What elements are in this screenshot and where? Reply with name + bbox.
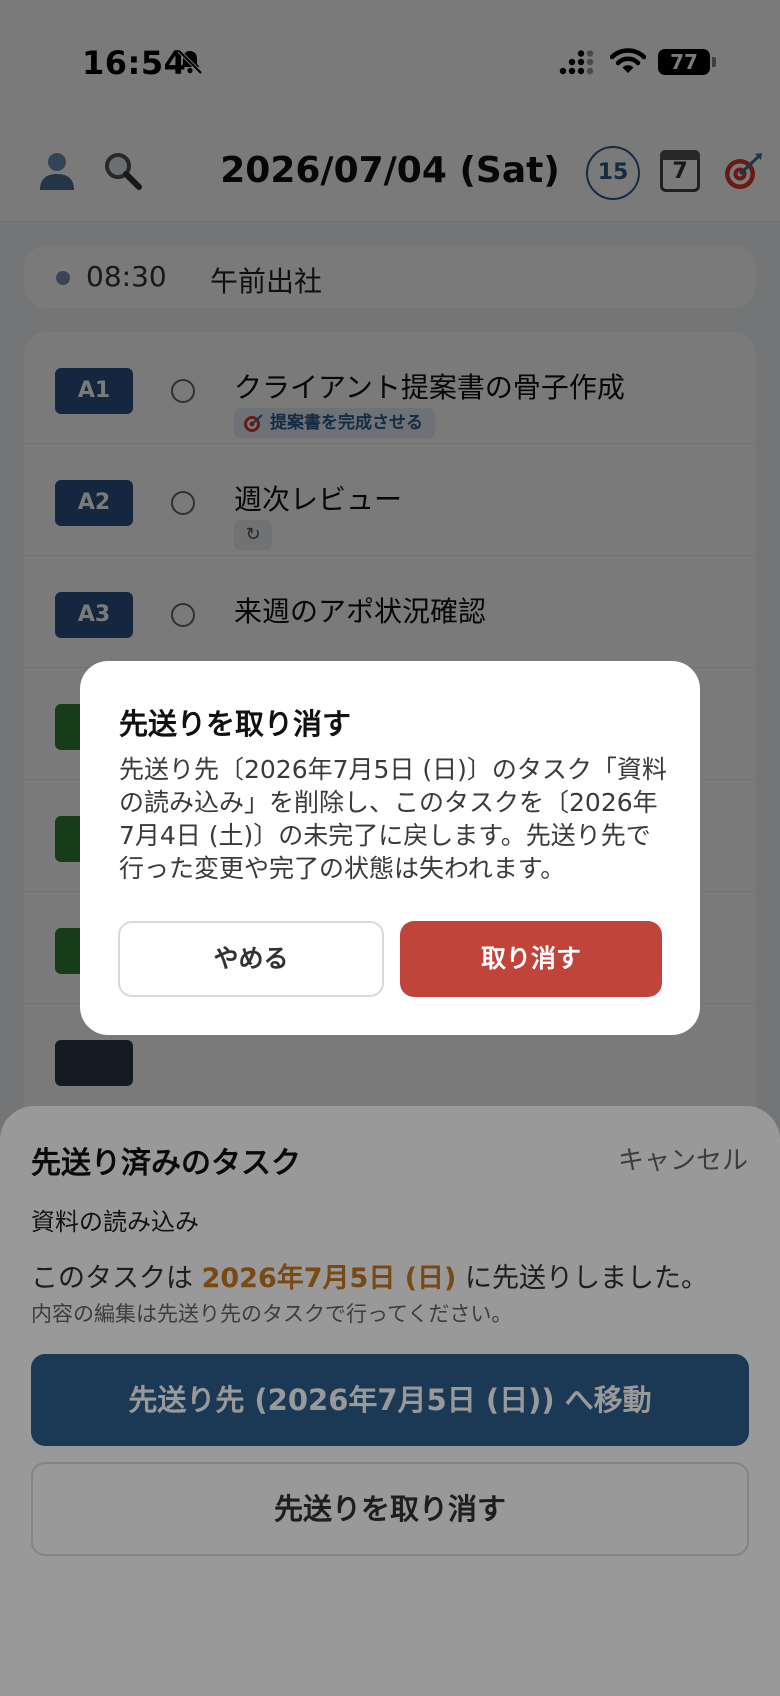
dialog-message: 先送り先〔2026年7月5日 (日)〕のタスク「資料の読み込み」を削除し、このタ… <box>119 755 667 883</box>
app-screen: 16:54 77 2026/07/04 (Sat) 15 7 08:30 午前出… <box>0 0 780 1696</box>
dialog-cancel-button[interactable]: やめる <box>118 921 384 997</box>
dialog-confirm-button[interactable]: 取り消す <box>400 921 662 997</box>
undo-defer-dialog: 先送りを取り消す 先送り先〔2026年7月5日 (日)〕のタスク「資料の読み込み… <box>80 661 700 1035</box>
dialog-title: 先送りを取り消す <box>119 707 352 741</box>
